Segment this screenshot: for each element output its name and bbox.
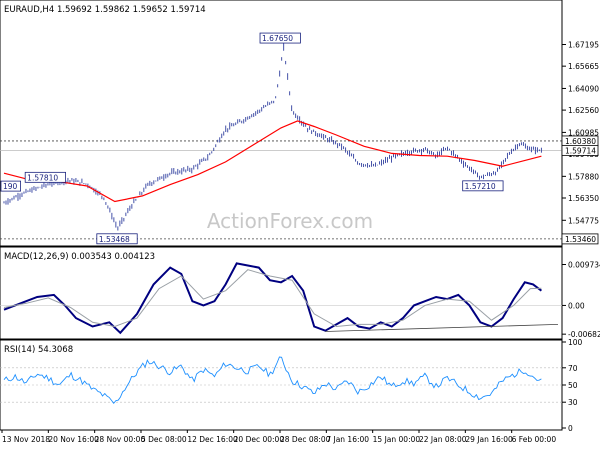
price-panel: EURAUD,H4 1.59692 1.59862 1.59652 1.5971… (0, 0, 599, 247)
price-callout-label: 190 (3, 182, 18, 191)
price-tag-label: 1.53460 (565, 235, 596, 244)
time-axis: 13 Nov 201820 Nov 16:0028 Nov 00:005 Dec… (1, 430, 557, 444)
macd-tick-label: 0.00 (568, 301, 585, 310)
price-callout-label: 1.53468 (99, 235, 130, 244)
macd-y-axis: 0.0097340.00-0.006826 (562, 260, 600, 339)
macd-panel: MACD(12,26,9) 0.003543 0.004123 0.009734… (0, 246, 600, 340)
time-tick-label: 12 Dec 16:00 (187, 435, 238, 444)
macd-header: MACD(12,26,9) 0.003543 0.004123 (4, 252, 155, 262)
time-tick-label: 28 Dec 08:00 (280, 435, 331, 444)
price-y-axis: 1.671951.656651.640901.625601.609851.594… (562, 41, 599, 225)
macd-tick-label: 0.009734 (568, 260, 600, 269)
rsi-panel: RSI(14) 54.3068 100 70 50 30 0 (0, 338, 583, 433)
rsi-tick-label: 30 (568, 398, 578, 407)
price-tag-label: 1.60380 (565, 137, 596, 146)
time-tick-label: 20 Nov 16:00 (48, 435, 99, 444)
price-tick-label: 1.64090 (568, 84, 599, 93)
rsi-tick-label: 100 (568, 338, 583, 347)
rsi-header: RSI(14) 54.3068 (4, 345, 73, 355)
time-tick-label: 29 Jan 16:00 (465, 435, 513, 444)
time-tick-label: 6 Feb 00:00 (512, 435, 557, 444)
price-callout-label: 1.57810 (27, 173, 58, 182)
time-tick-label: 13 Nov 2018 (2, 435, 50, 444)
price-header: EURAUD,H4 1.59692 1.59862 1.59652 1.5971… (4, 5, 206, 15)
rsi-tick-label: 0 (568, 424, 573, 433)
watermark: ActionForex.com (207, 209, 373, 233)
price-tick-label: 1.65665 (568, 62, 599, 71)
price-callout-label: 1.67650 (262, 34, 293, 43)
rsi-tick-label: 50 (568, 381, 578, 390)
trading-chart-stage: EURAUD,H4 1.59692 1.59862 1.59652 1.5971… (0, 0, 600, 444)
rsi-tick-label: 70 (568, 364, 578, 373)
time-tick-label: 28 Nov 00:00 (95, 435, 146, 444)
time-tick-label: 5 Dec 08:00 (141, 435, 187, 444)
time-tick-label: 15 Jan 00:00 (373, 435, 421, 444)
price-tick-label: 1.62560 (568, 106, 599, 115)
time-tick-label: 20 Dec 00:00 (234, 435, 285, 444)
price-tick-label: 1.54775 (568, 216, 599, 225)
price-callout-label: 1.57210 (465, 182, 496, 191)
price-tick-label: 1.56350 (568, 194, 599, 203)
price-tick-label: 1.57880 (568, 172, 599, 181)
price-tag-label: 1.59714 (565, 146, 596, 155)
time-tick-label: 22 Jan 08:00 (419, 435, 467, 444)
time-tick-label: 7 Jan 16:00 (326, 435, 369, 444)
price-tick-label: 1.67195 (568, 41, 599, 50)
